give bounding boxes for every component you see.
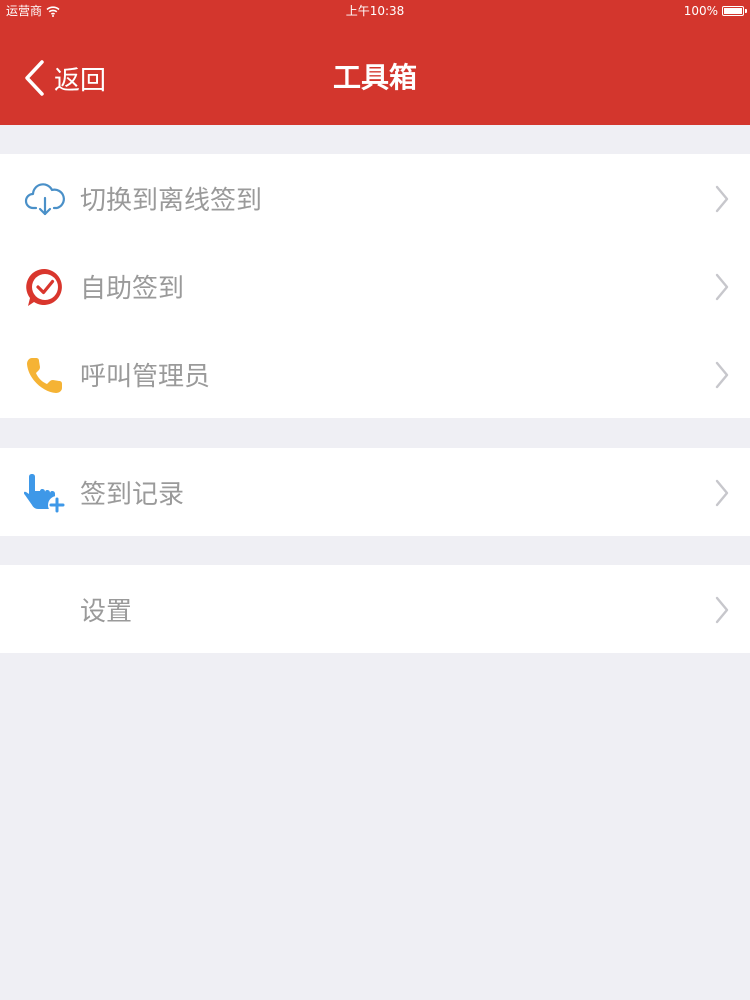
tools-group-2: 签到记录: [0, 448, 750, 536]
tools-group-1: 切换到离线签到 自助签到 呼叫管理员: [0, 154, 750, 418]
menu-item-label: 呼叫管理员: [80, 361, 211, 392]
menu-item-signin-records[interactable]: 签到记录: [0, 448, 750, 536]
chevron-right-icon: [715, 273, 729, 301]
page-title: 工具箱: [332, 61, 417, 94]
tools-group-3: 设置: [0, 565, 750, 653]
status-bar: 运营商 上午10:38 100%: [0, 0, 750, 22]
chevron-right-icon: [715, 361, 729, 389]
cloud-download-icon: [24, 183, 65, 216]
menu-item-offline-signin[interactable]: 切换到离线签到: [0, 154, 750, 242]
menu-item-call-admin[interactable]: 呼叫管理员: [0, 330, 750, 418]
menu-item-label: 切换到离线签到: [80, 185, 263, 216]
chevron-right-icon: [715, 479, 729, 507]
menu-item-label: 设置: [80, 596, 133, 627]
menu-item-label: 签到记录: [80, 479, 185, 510]
nav-bar: 运营商 上午10:38 100% 返回 工具箱: [0, 0, 750, 125]
menu-item-label: 自助签到: [80, 273, 185, 304]
chevron-right-icon: [715, 596, 729, 624]
menu-item-self-signin[interactable]: 自助签到: [0, 242, 750, 330]
battery-percent: 100%: [683, 4, 718, 18]
phone-icon: [27, 358, 62, 393]
menu-item-settings[interactable]: 设置: [0, 565, 750, 653]
hand-plus-icon: [24, 474, 66, 514]
battery-icon: [722, 6, 747, 16]
check-badge-icon: [26, 268, 62, 306]
status-time: 上午10:38: [345, 4, 405, 18]
battery-info: 100%: [683, 0, 747, 22]
chevron-right-icon: [715, 185, 729, 213]
